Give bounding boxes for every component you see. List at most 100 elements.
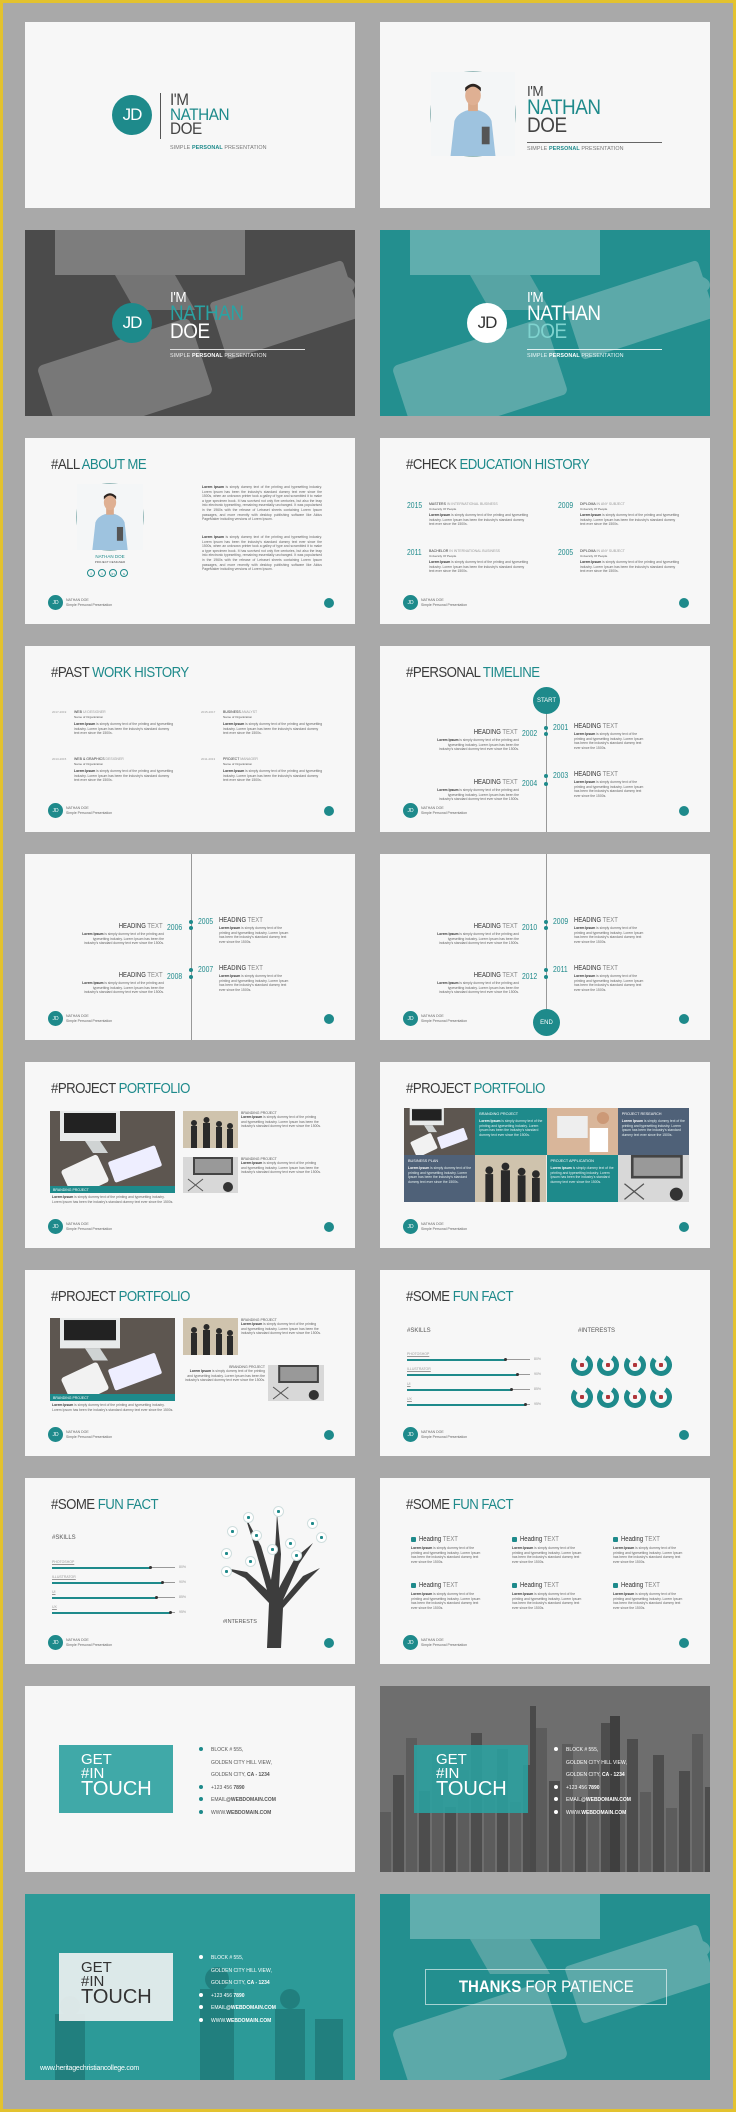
tag-c: PRESENTATION (222, 145, 267, 151)
heading-rest: TEXT (644, 1536, 660, 1543)
slide-title-logo: JD I'M NATHAN DOE SIMPLE PERSONAL PRESEN… (25, 22, 355, 208)
user-icon (613, 1537, 618, 1542)
end-badge: END (533, 1009, 560, 1036)
interest-donut[interactable] (623, 1385, 647, 1409)
skill-knob[interactable] (523, 1403, 527, 1406)
heading-rest: TEXT (543, 1582, 559, 1589)
linkedin-icon[interactable]: in (109, 569, 117, 577)
page-number-badge[interactable] (679, 1222, 689, 1232)
tile-text: Lorem Ipsum is simply dummy text of the … (408, 1166, 471, 1184)
contact-line[interactable]: WWW.WEBDOMAIN.COM (554, 1807, 631, 1820)
slide-timeline-2: JD NATHAN DOE Simple Personal Presentation… (25, 854, 355, 1040)
contact-line[interactable]: WWW.WEBDOMAIN.COM (199, 2015, 276, 2028)
skill-name: PHOTOSHOP (407, 1352, 430, 1356)
skill-percent: 85% (534, 1387, 542, 1391)
umbrella-icon (411, 1583, 416, 1588)
interest-donut[interactable] (570, 1353, 594, 1377)
heading-main: Heading (419, 1582, 443, 1589)
contact-line[interactable]: +123 456 7890 (199, 1990, 276, 2003)
skill-knob[interactable] (510, 1388, 514, 1391)
footer-text: NATHAN DOE Simple Personal Presentation (66, 806, 112, 815)
timeline-year: 2006 (167, 923, 183, 932)
page-number-badge[interactable] (324, 598, 334, 608)
skill-knob[interactable] (155, 1596, 159, 1599)
lorem-body: Lorem Ipsum is simply dummy text of the … (223, 769, 323, 783)
interest-donut[interactable] (570, 1385, 594, 1409)
contact-text: EMAIL (566, 1797, 582, 1803)
contact-text-bold: WEBDOMAIN.COM (226, 1809, 272, 1816)
page-number-badge[interactable] (679, 598, 689, 608)
skill-knob[interactable] (503, 1358, 507, 1361)
lorem-bold: Lorem Ipsum (580, 513, 602, 517)
timeline-dot (544, 920, 548, 924)
slide-title-teal: JD I'M NATHAN DOE SIMPLE PERSONAL PRESEN… (380, 230, 710, 416)
plane-icon (411, 1537, 416, 1542)
portfolio-tile[interactable]: PROJECT APPLICATION Lorem Ipsum is simply… (546, 1155, 618, 1202)
interest-donut[interactable] (623, 1353, 647, 1377)
portfolio-tile[interactable]: BUSINESS PLAN Lorem Ipsum is simply dummy… (404, 1155, 476, 1202)
twitter-icon[interactable]: t (98, 569, 106, 577)
lorem-bold: Lorem Ipsum (74, 769, 96, 773)
contact-line[interactable]: EMAIL@WEBDOMAIN.COM (199, 1794, 276, 1807)
mail-icon (199, 1797, 203, 1801)
footer-logo: JD (403, 595, 418, 610)
tag-a: SIMPLE (170, 145, 192, 151)
portfolio-tile[interactable]: BRANDING PROJECT Lorem Ipsum is simply du… (475, 1108, 547, 1155)
slide-thanks: THANKS FOR PATIENCE (380, 1894, 710, 2080)
lorem-bold: Lorem Ipsum (408, 1166, 430, 1170)
role-main: PROJECT (223, 757, 240, 761)
interest-donut[interactable] (596, 1353, 620, 1377)
page-number-badge[interactable] (324, 1638, 334, 1648)
tile-text: Lorem Ipsum is simply dummy text of the … (551, 1166, 614, 1184)
portfolio-grid: BRANDING PROJECT Lorem Ipsum is simply du… (404, 1108, 689, 1202)
page-number-badge[interactable] (679, 1014, 689, 1024)
interest-donut[interactable] (649, 1385, 673, 1409)
footer-logo: JD (48, 1219, 63, 1234)
mail-icon (554, 1797, 558, 1801)
timeline-line (546, 854, 547, 1014)
lorem-body: Lorem Ipsum is simply dummy text of the … (580, 560, 680, 574)
title-name: I'M NATHAN DOE (170, 91, 230, 137)
contact-line[interactable]: WWW.WEBDOMAIN.COM (199, 1807, 276, 1820)
title-b: WORK HISTORY (92, 664, 189, 681)
touch-text: TOUCH (81, 1986, 152, 2008)
contact-line[interactable]: EMAIL@WEBDOMAIN.COM (554, 1794, 631, 1807)
lorem-bold: Lorem Ipsum (411, 1546, 433, 1550)
page-number-badge[interactable] (324, 1222, 334, 1232)
page-number-badge[interactable] (324, 1430, 334, 1440)
page-number-badge[interactable] (679, 1430, 689, 1440)
tile-label: PROJECT RESEARCH (621, 1112, 662, 1116)
page-number-badge[interactable] (324, 806, 334, 816)
lorem-bold: Lorem Ipsum (202, 535, 224, 539)
interest-donut[interactable] (649, 1353, 673, 1377)
contact-line[interactable]: +123 456 7890 (554, 1782, 631, 1795)
interest-donut[interactable] (596, 1385, 620, 1409)
footer-subtitle: Simple Personal Presentation (66, 1018, 113, 1023)
timeline-dot (189, 920, 193, 924)
contact-line: GOLDEN CITY HILL VIEW, (199, 1965, 276, 1978)
trophy-icon (613, 1583, 618, 1588)
title-a: #PERSONAL (406, 664, 483, 681)
education-degree: BACHELOR IN INTERNATIONAL BUSINESS (429, 549, 500, 553)
skill-knob[interactable] (516, 1373, 520, 1376)
slide-timeline-3: END JD NATHAN DOE Simple Personal Presenta… (380, 854, 710, 1040)
watermark: www.heritagechristiancollege.com (40, 2065, 140, 2072)
skill-knob[interactable] (148, 1566, 152, 1569)
portfolio-tile[interactable]: PROJECT RESEARCH Lorem Ipsum is simply du… (617, 1108, 689, 1155)
tag-b: PERSONAL (191, 145, 223, 151)
skill-percent: 90% (179, 1580, 187, 1584)
contact-line[interactable]: EMAIL@WEBDOMAIN.COM (199, 2002, 276, 2015)
plane-icon (580, 1363, 584, 1367)
skill-knob[interactable] (168, 1611, 172, 1614)
page-number-badge[interactable] (679, 806, 689, 816)
title-a: #PROJECT (406, 1080, 474, 1097)
page-number-badge[interactable] (679, 1638, 689, 1648)
skype-icon[interactable]: s (120, 569, 128, 577)
contact-line[interactable]: +123 456 7890 (199, 1782, 276, 1795)
page-number-badge[interactable] (324, 1014, 334, 1024)
education-school: University Of People (580, 554, 608, 558)
linkedin-icon (659, 1395, 663, 1399)
slide-contact-2: GET #IN TOUCH BLOCK # 555, GOLDEN CITY HILL … (380, 1686, 710, 1872)
facebook-icon[interactable]: f (87, 569, 95, 577)
skill-knob[interactable] (161, 1581, 165, 1584)
